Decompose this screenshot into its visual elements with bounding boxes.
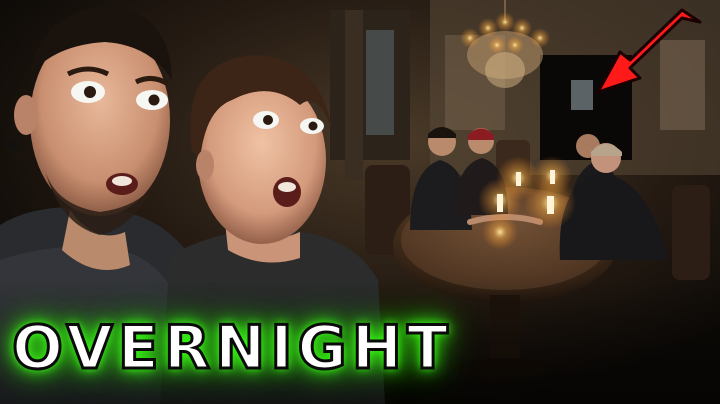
overnight-caption: OVERNIGHT [11, 313, 453, 383]
doorway-figure [571, 80, 593, 110]
chair-right [672, 185, 710, 280]
video-thumbnail[interactable]: OVERNIGHT [0, 0, 720, 404]
wall-painting-right [660, 40, 705, 130]
